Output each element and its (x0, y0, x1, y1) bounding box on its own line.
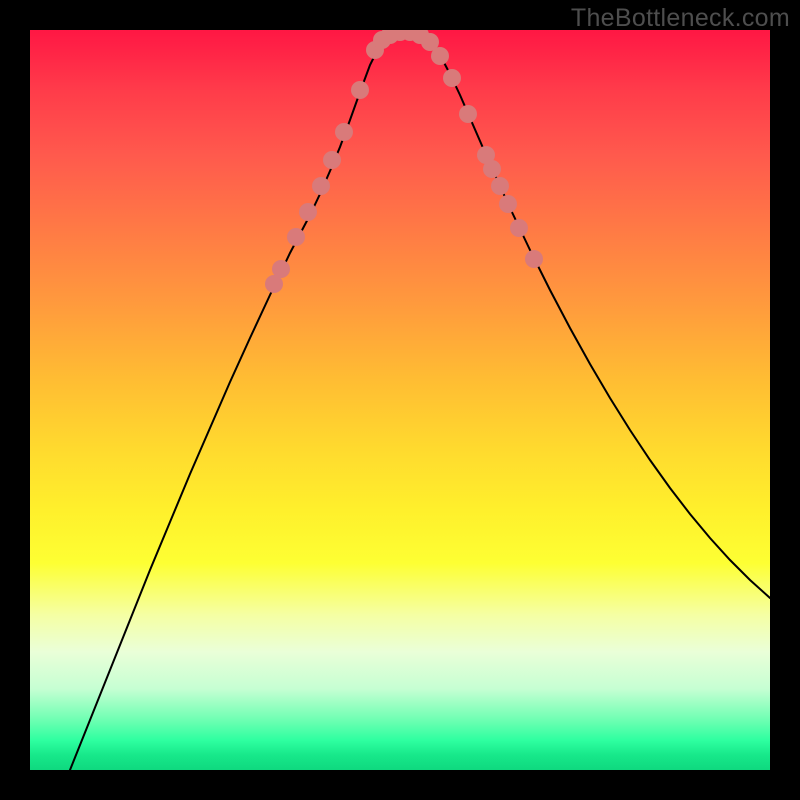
data-marker (299, 203, 317, 221)
data-marker (287, 228, 305, 246)
data-marker (443, 69, 461, 87)
data-marker (312, 177, 330, 195)
data-marker (351, 81, 369, 99)
plot-area (30, 30, 770, 770)
data-marker (525, 250, 543, 268)
data-marker (323, 151, 341, 169)
data-marker (499, 195, 517, 213)
data-marker (272, 260, 290, 278)
data-marker (431, 47, 449, 65)
data-marker (459, 105, 477, 123)
data-marker (335, 123, 353, 141)
data-marker (483, 160, 501, 178)
data-marker (510, 219, 528, 237)
data-marker (491, 177, 509, 195)
bottleneck-curve (70, 30, 770, 770)
bottleneck-curve-svg (30, 30, 770, 770)
chart-frame: TheBottleneck.com (0, 0, 800, 800)
watermark-text: TheBottleneck.com (571, 4, 790, 33)
